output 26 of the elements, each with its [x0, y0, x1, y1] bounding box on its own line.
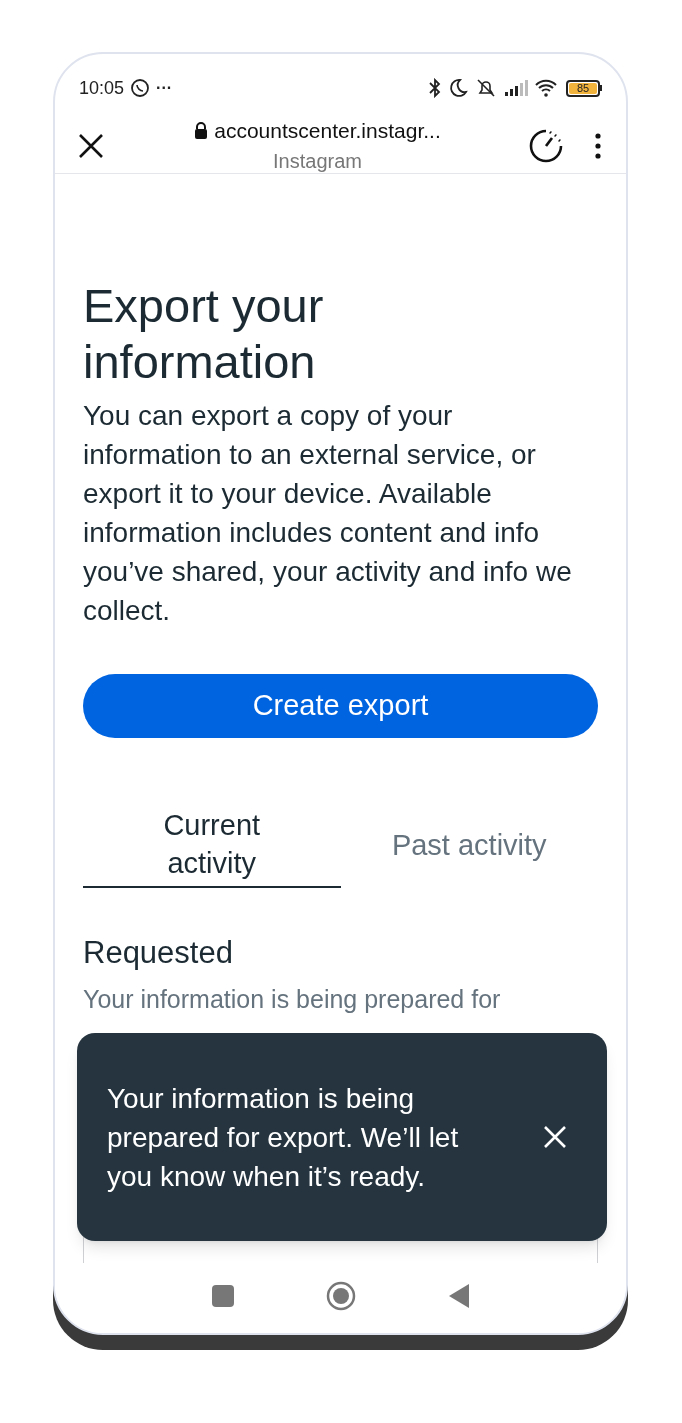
tab[interactable]: Past activity [340, 802, 598, 888]
page-title: Export your information [83, 278, 325, 390]
home-icon [325, 1281, 356, 1311]
back-icon [447, 1283, 470, 1309]
create-export-button[interactable]: Create export [83, 674, 598, 738]
chat-icon [130, 78, 151, 98]
toast-message: Your information is being prepared for export. We’ll let you know when it’s ready. [107, 1081, 460, 1194]
wifi-icon [534, 78, 558, 98]
section-title: Requested [83, 934, 234, 972]
tab[interactable]: Current activity [83, 802, 341, 888]
lock-icon [194, 122, 209, 139]
status-time: 10:05 [79, 76, 125, 100]
battery-icon: 85 [566, 79, 602, 97]
timer-icon [528, 127, 564, 164]
page-description: You can export a copy of your information to an external service, or export it to your device. Available information includes content and info you’ve shared, your activity and info we collect. [83, 399, 573, 628]
signal-icon [504, 79, 528, 97]
bluetooth-icon [428, 78, 442, 98]
section-text: Your information is being prepared for [83, 983, 502, 1015]
site-name: Instagram [273, 149, 362, 175]
more-icon [595, 132, 601, 159]
page-url: accountscenter.instagr... [214, 117, 441, 144]
moon-icon [448, 78, 468, 98]
more-notifications: ··· [156, 78, 173, 98]
close-icon [77, 131, 105, 160]
close-icon [543, 1125, 567, 1149]
recent-apps-icon [211, 1285, 234, 1307]
